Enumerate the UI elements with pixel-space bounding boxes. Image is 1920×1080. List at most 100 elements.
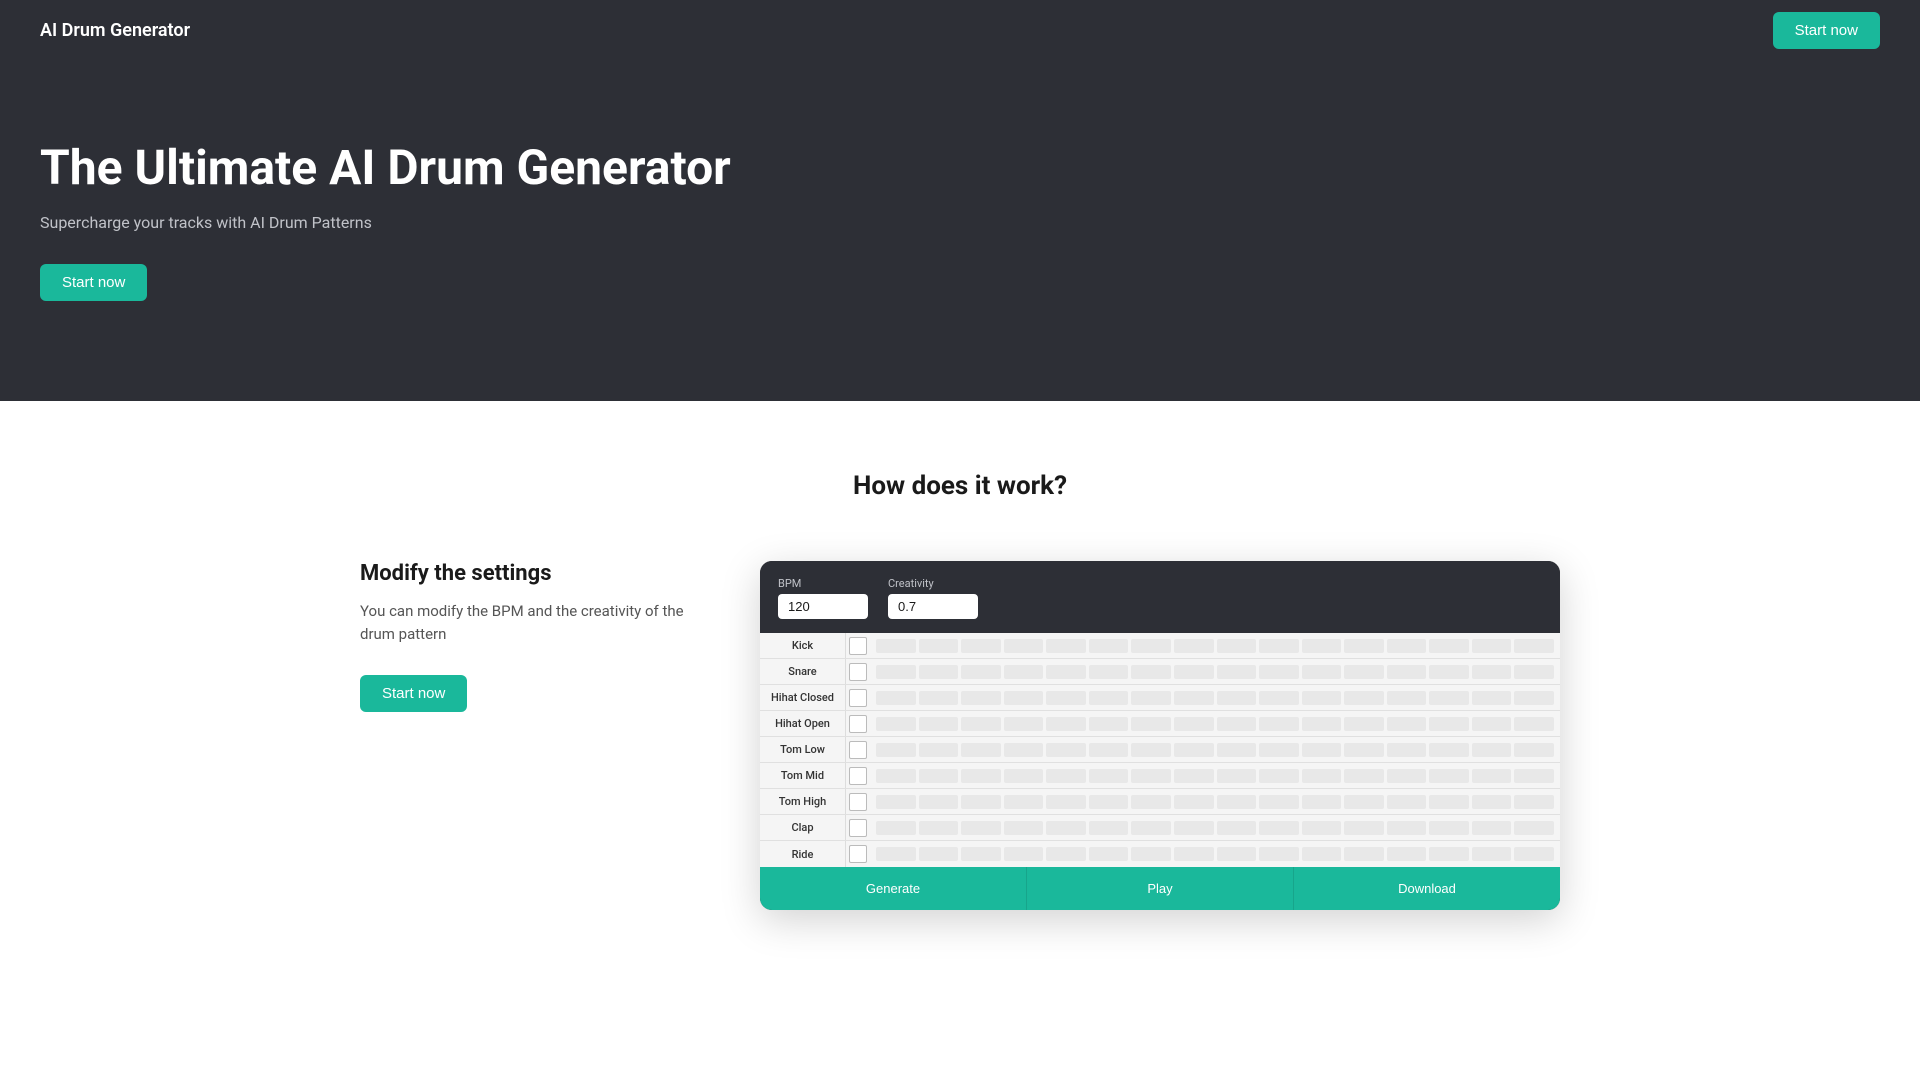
dm-cell[interactable] (1514, 795, 1554, 809)
dm-cell[interactable] (876, 665, 916, 679)
dm-cell[interactable] (1429, 795, 1469, 809)
dm-cell[interactable] (1046, 795, 1086, 809)
dm-row-checkbox[interactable] (849, 819, 867, 837)
dm-cell[interactable] (1217, 717, 1257, 731)
dm-cell[interactable] (1131, 743, 1171, 757)
dm-row-checkbox[interactable] (849, 793, 867, 811)
dm-cell[interactable] (1472, 847, 1512, 861)
dm-cell[interactable] (1387, 821, 1427, 835)
dm-cell[interactable] (1429, 639, 1469, 653)
dm-cell[interactable] (961, 717, 1001, 731)
dm-cell[interactable] (1344, 769, 1384, 783)
dm-cell[interactable] (876, 743, 916, 757)
dm-cell[interactable] (1259, 743, 1299, 757)
dm-cell[interactable] (1302, 821, 1342, 835)
dm-cell[interactable] (919, 769, 959, 783)
dm-cell[interactable] (876, 769, 916, 783)
dm-cell[interactable] (1089, 795, 1129, 809)
nav-start-now-button[interactable]: Start now (1773, 12, 1880, 49)
dm-cell[interactable] (1387, 795, 1427, 809)
dm-cell[interactable] (1344, 821, 1384, 835)
dm-cell[interactable] (1302, 665, 1342, 679)
dm-row-checkbox[interactable] (849, 741, 867, 759)
dm-cell[interactable] (1089, 639, 1129, 653)
dm-cell[interactable] (1429, 665, 1469, 679)
dm-cell[interactable] (1259, 769, 1299, 783)
dm-cell[interactable] (1344, 639, 1384, 653)
dm-cell[interactable] (1344, 717, 1384, 731)
dm-cell[interactable] (1429, 769, 1469, 783)
dm-row-checkbox[interactable] (849, 767, 867, 785)
how-start-now-button[interactable]: Start now (360, 675, 467, 712)
dm-cell[interactable] (919, 639, 959, 653)
dm-cell[interactable] (1089, 743, 1129, 757)
dm-cell[interactable] (1174, 665, 1214, 679)
dm-cell[interactable] (876, 795, 916, 809)
dm-cell[interactable] (1472, 717, 1512, 731)
dm-cell[interactable] (1472, 769, 1512, 783)
dm-row-checkbox[interactable] (849, 637, 867, 655)
dm-cell[interactable] (1131, 717, 1171, 731)
dm-cell[interactable] (1344, 691, 1384, 705)
dm-cell[interactable] (1429, 847, 1469, 861)
dm-cell[interactable] (1302, 847, 1342, 861)
dm-cell[interactable] (876, 691, 916, 705)
dm-cell[interactable] (1046, 717, 1086, 731)
dm-cell[interactable] (1089, 691, 1129, 705)
dm-cell[interactable] (1259, 665, 1299, 679)
dm-cell[interactable] (961, 821, 1001, 835)
dm-cell[interactable] (1514, 717, 1554, 731)
dm-cell[interactable] (1217, 691, 1257, 705)
dm-cell[interactable] (1004, 743, 1044, 757)
dm-cell[interactable] (1387, 665, 1427, 679)
dm-cell[interactable] (1046, 821, 1086, 835)
hero-start-now-button[interactable]: Start now (40, 264, 147, 301)
dm-cell[interactable] (1344, 847, 1384, 861)
dm-cell[interactable] (1089, 769, 1129, 783)
dm-cell[interactable] (1131, 691, 1171, 705)
dm-cell[interactable] (1217, 665, 1257, 679)
dm-cell[interactable] (1217, 795, 1257, 809)
dm-cell[interactable] (1387, 847, 1427, 861)
dm-cell[interactable] (1046, 743, 1086, 757)
dm-cell[interactable] (1302, 795, 1342, 809)
dm-cell[interactable] (919, 795, 959, 809)
dm-cell[interactable] (1387, 717, 1427, 731)
dm-cell[interactable] (1131, 821, 1171, 835)
dm-cell[interactable] (1004, 769, 1044, 783)
dm-cell[interactable] (876, 717, 916, 731)
dm-cell[interactable] (1217, 847, 1257, 861)
dm-cell[interactable] (1004, 665, 1044, 679)
dm-cell[interactable] (961, 639, 1001, 653)
dm-cell[interactable] (1259, 821, 1299, 835)
dm-cell[interactable] (1302, 639, 1342, 653)
dm-cell[interactable] (1174, 795, 1214, 809)
dm-cell[interactable] (1514, 847, 1554, 861)
dm-cell[interactable] (1174, 639, 1214, 653)
dm-cell[interactable] (1472, 743, 1512, 757)
dm-cell[interactable] (1259, 639, 1299, 653)
dm-cell[interactable] (961, 665, 1001, 679)
dm-cell[interactable] (919, 691, 959, 705)
dm-cell[interactable] (1217, 769, 1257, 783)
dm-cell[interactable] (1004, 691, 1044, 705)
dm-cell[interactable] (961, 769, 1001, 783)
dm-cell[interactable] (1344, 795, 1384, 809)
dm-cell[interactable] (1387, 769, 1427, 783)
dm-cell[interactable] (1472, 821, 1512, 835)
dm-cell[interactable] (1174, 717, 1214, 731)
dm-cell[interactable] (1259, 847, 1299, 861)
dm-cell[interactable] (1302, 717, 1342, 731)
dm-cell[interactable] (1174, 691, 1214, 705)
dm-cell[interactable] (1046, 769, 1086, 783)
dm-cell[interactable] (919, 847, 959, 861)
dm-cell[interactable] (1004, 821, 1044, 835)
dm-cell[interactable] (1131, 665, 1171, 679)
dm-cell[interactable] (1514, 639, 1554, 653)
dm-cell[interactable] (1472, 691, 1512, 705)
dm-bpm-input[interactable] (778, 594, 868, 619)
dm-row-checkbox[interactable] (849, 663, 867, 681)
dm-cell[interactable] (1004, 717, 1044, 731)
dm-row-checkbox[interactable] (849, 689, 867, 707)
dm-cell[interactable] (1514, 665, 1554, 679)
